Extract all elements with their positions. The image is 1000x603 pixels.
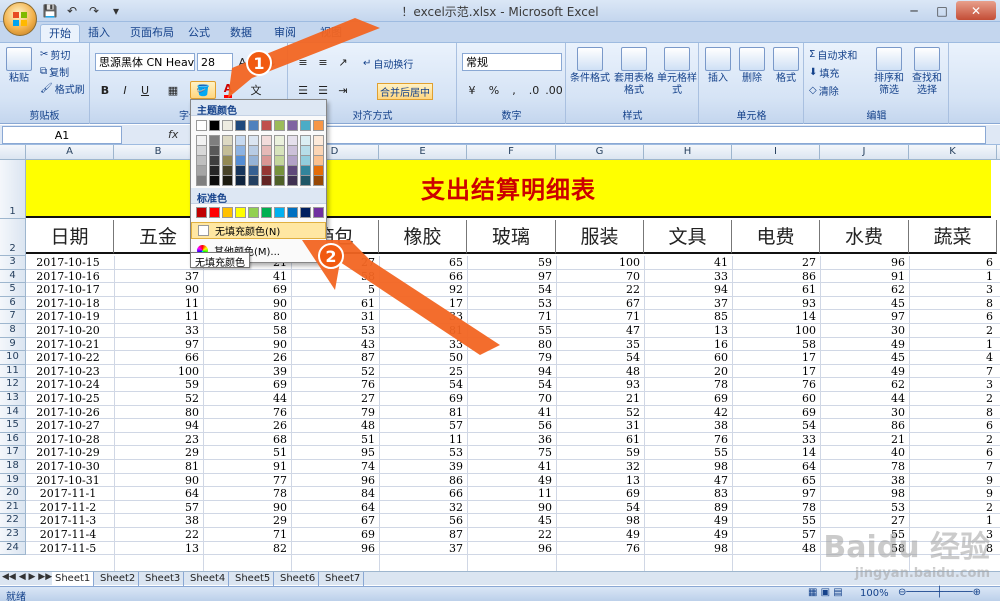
step-badge-2: 2 <box>318 243 344 269</box>
step-badge-1: 1 <box>246 50 272 76</box>
annotation-arrows <box>228 18 500 355</box>
